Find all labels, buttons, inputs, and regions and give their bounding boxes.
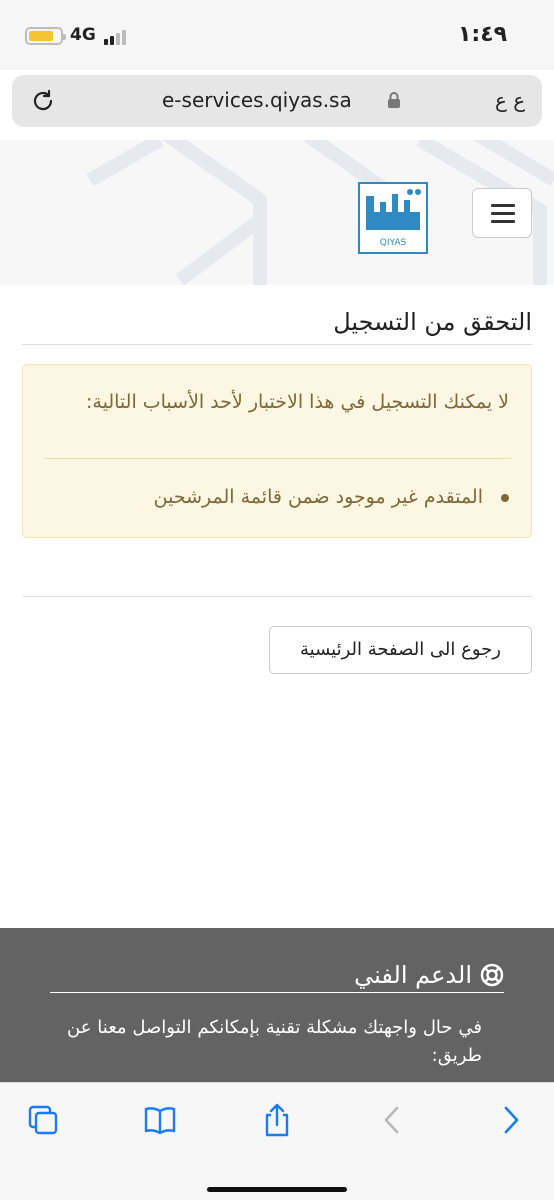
alert-divider — [45, 458, 511, 459]
section-divider — [22, 596, 532, 597]
support-divider — [50, 992, 504, 993]
network-label: 4G — [70, 25, 96, 45]
hamburger-menu-icon — [491, 204, 515, 207]
battery-icon — [25, 27, 66, 45]
browser-toolbar — [0, 1082, 554, 1200]
tabs-icon[interactable] — [26, 1103, 60, 1137]
alert-message: لا يمكنك التسجيل في هذا الاختبار لأحد ال… — [86, 391, 509, 413]
qiyas-logo[interactable]: QIYAS — [358, 182, 428, 254]
clock: ١:٤٩ — [458, 22, 508, 47]
logo-text: QIYAS — [380, 238, 407, 248]
home-indicator[interactable] — [207, 1187, 347, 1192]
text-size-button[interactable]: ع ع — [495, 88, 525, 112]
warning-alert: لا يمكنك التسجيل في هذا الاختبار لأحد ال… — [22, 364, 532, 538]
alert-reason-text: المتقدم غير موجود ضمن قائمة المرشحين — [153, 486, 483, 508]
share-icon[interactable] — [260, 1103, 294, 1137]
support-text: في حال واجهتك مشكلة تقنية بإمكانكم التوا… — [67, 1017, 482, 1066]
header-pattern — [86, 140, 554, 285]
menu-button[interactable] — [472, 188, 532, 238]
footer: الدعم الفني في حال واجهتك مشكلة تقنية بإ… — [0, 928, 554, 1088]
support-heading: الدعم الفني — [354, 961, 504, 989]
title-divider — [22, 344, 532, 345]
back-icon[interactable] — [375, 1103, 409, 1137]
bullet-icon — [501, 493, 509, 502]
status-bar: 4G ١:٤٩ — [0, 0, 554, 70]
lifebuoy-icon — [480, 963, 504, 987]
signal-icon — [104, 29, 128, 45]
back-to-home-button[interactable]: رجوع الى الصفحة الرئيسية — [269, 626, 532, 674]
alert-reason-item: المتقدم غير موجود ضمن قائمة المرشحين — [154, 486, 509, 508]
page-title: التحقق من التسجيل — [333, 308, 532, 336]
url-bar[interactable]: e-services.qiyas.sa ع ع — [12, 75, 542, 127]
reload-icon[interactable] — [30, 88, 56, 114]
lock-icon — [388, 92, 400, 108]
url-text[interactable]: e-services.qiyas.sa — [162, 88, 352, 112]
bookmarks-icon[interactable] — [143, 1103, 177, 1137]
site-header: QIYAS — [0, 140, 554, 285]
support-title: الدعم الفني — [354, 961, 472, 989]
forward-icon[interactable] — [494, 1103, 528, 1137]
